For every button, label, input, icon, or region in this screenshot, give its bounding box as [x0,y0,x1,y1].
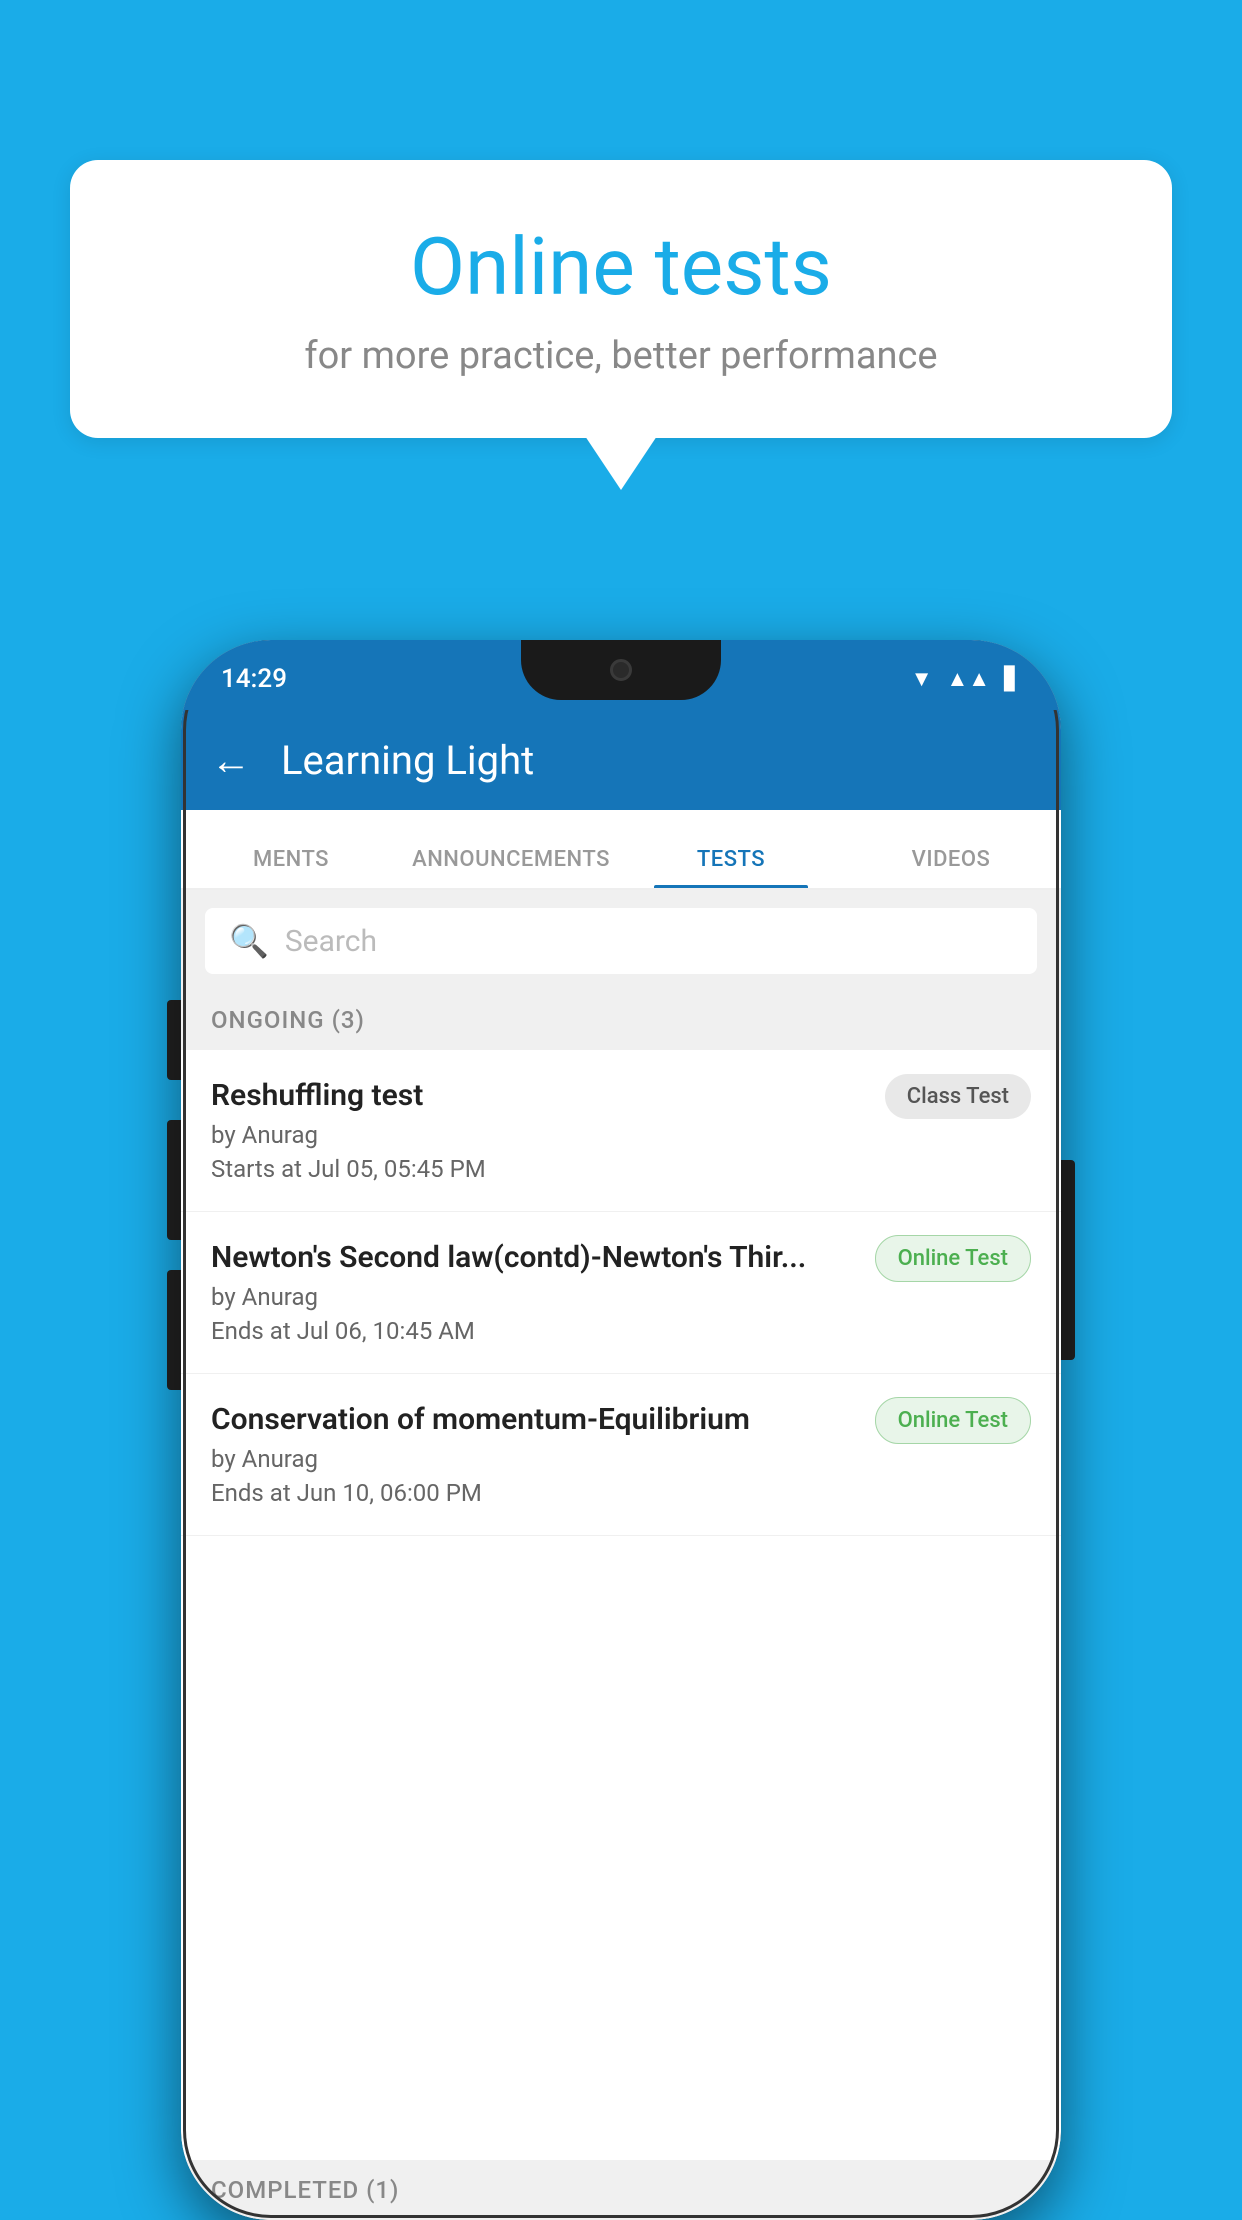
volume-up-button [167,1000,181,1080]
signal-icon: ▲▲ [947,666,991,692]
volume-down-button [167,1120,181,1240]
test-item-name: Reshuffling test [211,1078,865,1113]
test-item-badge-wrap: Class Test [885,1078,1031,1109]
silent-button [167,1270,181,1390]
app-bar-title: Learning Light [281,737,534,784]
bubble-subtitle: for more practice, better performance [120,334,1122,378]
online-test-badge: Online Test [875,1235,1031,1282]
battery-icon: ▋ [1004,667,1021,692]
status-icons: ▼ ▲▲ ▋ [911,666,1021,692]
test-item-name: Newton's Second law(contd)-Newton's Thir… [211,1240,855,1275]
back-button[interactable]: ← [211,737,251,784]
test-item[interactable]: Conservation of momentum-Equilibrium by … [181,1374,1061,1536]
test-item-time: Starts at Jul 05, 05:45 PM [211,1155,865,1183]
tab-ments[interactable]: MENTS [181,847,401,888]
test-item[interactable]: Newton's Second law(contd)-Newton's Thir… [181,1212,1061,1374]
test-item-badge-wrap: Online Test [875,1402,1031,1433]
test-item[interactable]: Reshuffling test by Anurag Starts at Jul… [181,1050,1061,1212]
test-item-badge-wrap: Online Test [875,1240,1031,1271]
test-item-by: by Anurag [211,1121,865,1149]
completed-section-header: COMPLETED (1) [181,2160,1061,2220]
test-item-by: by Anurag [211,1283,855,1311]
online-test-badge: Online Test [875,1397,1031,1444]
test-item-info: Conservation of momentum-Equilibrium by … [211,1402,875,1507]
bubble-title: Online tests [120,220,1122,314]
power-button [1061,1160,1075,1360]
ongoing-label: ONGOING (3) [211,1006,365,1034]
class-test-badge: Class Test [885,1074,1031,1119]
phone-mockup: 14:29 ▼ ▲▲ ▋ ← Learning Light MENTS ANNO… [181,640,1061,2220]
test-item-time: Ends at Jun 10, 06:00 PM [211,1479,855,1507]
search-bar[interactable]: 🔍 Search [205,908,1037,974]
phone-frame: 14:29 ▼ ▲▲ ▋ ← Learning Light MENTS ANNO… [181,640,1061,2220]
tab-tests[interactable]: TESTS [621,847,841,888]
search-icon: 🔍 [229,922,269,960]
app-bar: ← Learning Light [181,710,1061,810]
tab-announcements[interactable]: ANNOUNCEMENTS [401,847,621,888]
test-item-info: Newton's Second law(contd)-Newton's Thir… [211,1240,875,1345]
search-bar-wrapper: 🔍 Search [181,890,1061,992]
phone-screen: 14:29 ▼ ▲▲ ▋ ← Learning Light MENTS ANNO… [181,640,1061,2220]
search-placeholder: Search [285,924,377,959]
phone-notch [521,640,721,700]
status-time: 14:29 [221,664,287,694]
test-item-time: Ends at Jul 06, 10:45 AM [211,1317,855,1345]
test-list: Reshuffling test by Anurag Starts at Jul… [181,1050,1061,2220]
speech-bubble: Online tests for more practice, better p… [70,160,1172,438]
test-item-by: by Anurag [211,1445,855,1473]
test-item-info: Reshuffling test by Anurag Starts at Jul… [211,1078,885,1183]
test-item-name: Conservation of momentum-Equilibrium [211,1402,855,1437]
wifi-icon: ▼ [911,666,933,692]
ongoing-section-header: ONGOING (3) [181,990,1061,1050]
tabs-bar: MENTS ANNOUNCEMENTS TESTS VIDEOS [181,810,1061,890]
completed-label: COMPLETED (1) [211,2176,399,2204]
front-camera [610,659,632,681]
tab-videos[interactable]: VIDEOS [841,847,1061,888]
